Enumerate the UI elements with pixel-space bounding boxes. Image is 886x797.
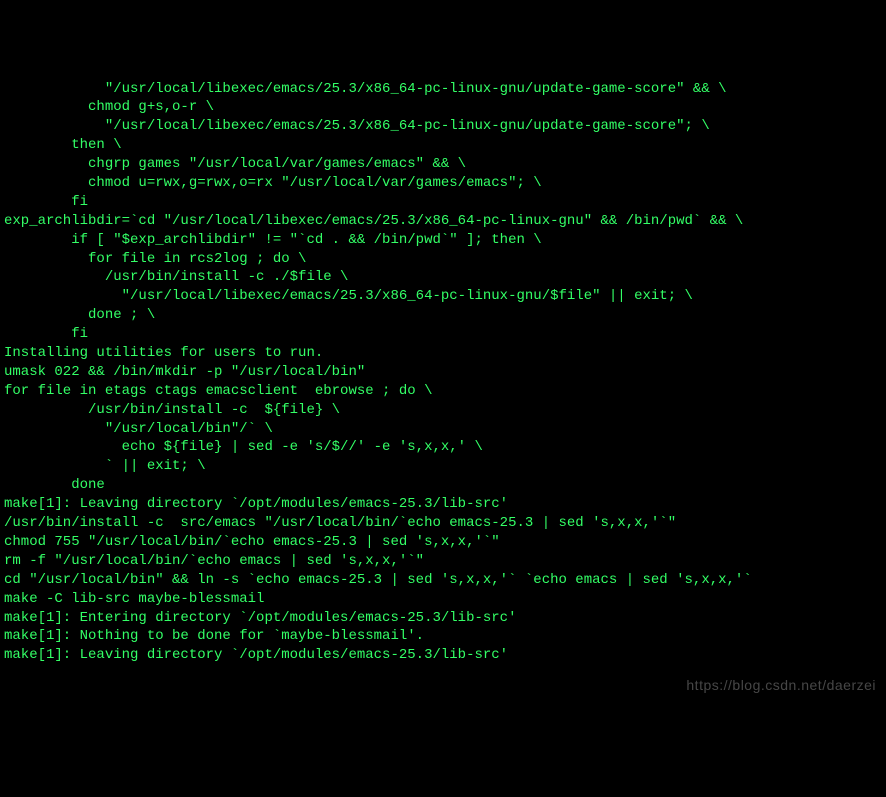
terminal-line: /usr/bin/install -c ${file} \: [4, 401, 882, 420]
terminal-line: for file in etags ctags emacsclient ebro…: [4, 382, 882, 401]
terminal-line: make[1]: Leaving directory `/opt/modules…: [4, 646, 882, 665]
terminal-line: fi: [4, 325, 882, 344]
terminal-line: for file in rcs2log ; do \: [4, 250, 882, 269]
terminal-line: /usr/bin/install -c src/emacs "/usr/loca…: [4, 514, 882, 533]
terminal-line: then \: [4, 136, 882, 155]
terminal-line: make[1]: Nothing to be done for `maybe-b…: [4, 627, 882, 646]
terminal-line: make[1]: Leaving directory `/opt/modules…: [4, 495, 882, 514]
terminal-line: rm -f "/usr/local/bin/`echo emacs | sed …: [4, 552, 882, 571]
terminal-line: chmod g+s,o-r \: [4, 98, 882, 117]
terminal-line: echo ${file} | sed -e 's/$//' -e 's,x,x,…: [4, 438, 882, 457]
terminal-line: umask 022 && /bin/mkdir -p "/usr/local/b…: [4, 363, 882, 382]
terminal-line: make -C lib-src maybe-blessmail: [4, 590, 882, 609]
terminal-line: if [ "$exp_archlibdir" != "`cd . && /bin…: [4, 231, 882, 250]
terminal-line: chmod 755 "/usr/local/bin/`echo emacs-25…: [4, 533, 882, 552]
terminal-line: fi: [4, 193, 882, 212]
terminal-line: "/usr/local/libexec/emacs/25.3/x86_64-pc…: [4, 117, 882, 136]
terminal-line: chmod u=rwx,g=rwx,o=rx "/usr/local/var/g…: [4, 174, 882, 193]
terminal-line: "/usr/local/bin"/` \: [4, 420, 882, 439]
terminal-line: "/usr/local/libexec/emacs/25.3/x86_64-pc…: [4, 80, 882, 99]
terminal-line: make[1]: Entering directory `/opt/module…: [4, 609, 882, 628]
terminal-line: done: [4, 476, 882, 495]
terminal-line: "/usr/local/libexec/emacs/25.3/x86_64-pc…: [4, 287, 882, 306]
terminal-line: ` || exit; \: [4, 457, 882, 476]
terminal-line: done ; \: [4, 306, 882, 325]
terminal-line: Installing utilities for users to run.: [4, 344, 882, 363]
terminal-line: chgrp games "/usr/local/var/games/emacs"…: [4, 155, 882, 174]
watermark-text: https://blog.csdn.net/daerzei: [686, 676, 876, 695]
terminal-line: cd "/usr/local/bin" && ln -s `echo emacs…: [4, 571, 882, 590]
terminal-line: /usr/bin/install -c ./$file \: [4, 268, 882, 287]
terminal-output[interactable]: "/usr/local/libexec/emacs/25.3/x86_64-pc…: [4, 80, 882, 666]
terminal-line: exp_archlibdir=`cd "/usr/local/libexec/e…: [4, 212, 882, 231]
